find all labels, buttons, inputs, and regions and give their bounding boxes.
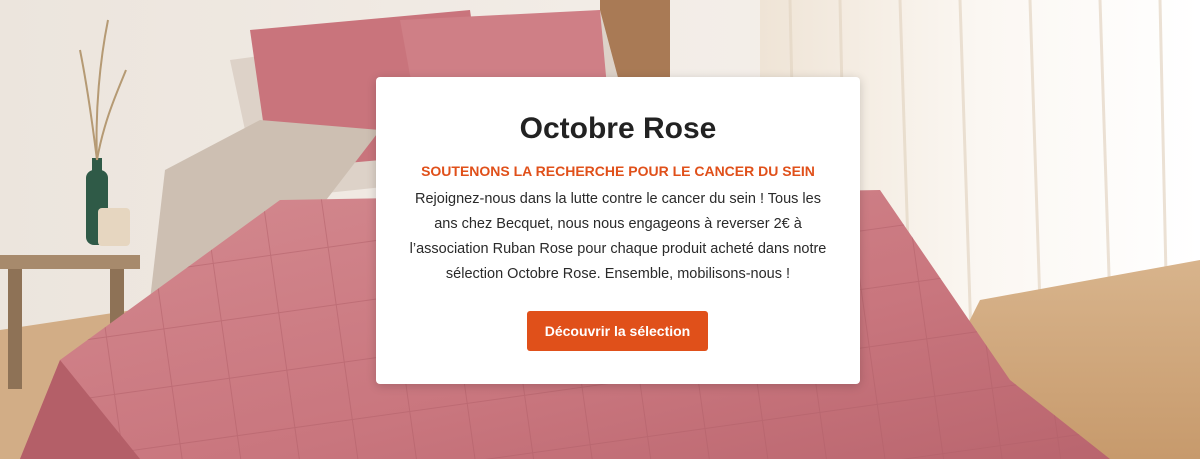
promo-subtitle: SOUTENONS LA RECHERCHE POUR LE CANCER DU… <box>421 163 815 179</box>
promo-title: Octobre Rose <box>519 112 717 145</box>
discover-selection-button[interactable]: Découvrir la sélection <box>527 311 708 351</box>
promo-card: Octobre Rose SOUTENONS LA RECHERCHE POUR… <box>376 77 860 384</box>
promo-description: Rejoignez-nous dans la lutte contre le c… <box>409 191 827 282</box>
hero-banner: Octobre Rose SOUTENONS LA RECHERCHE POUR… <box>0 0 1200 459</box>
